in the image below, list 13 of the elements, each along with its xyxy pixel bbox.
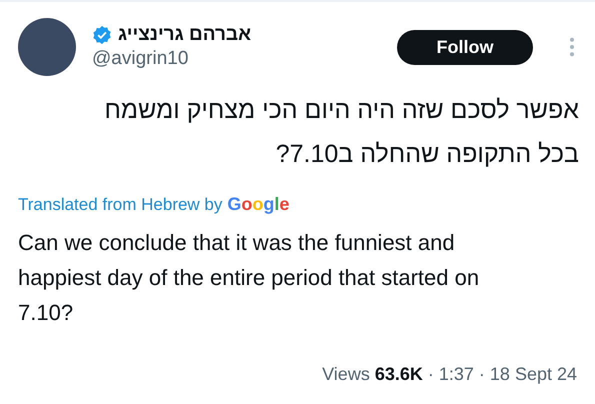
- separator-dot: ·: [428, 364, 434, 385]
- author-handle[interactable]: @avigrin10: [92, 48, 381, 70]
- separator-dot: ·: [478, 364, 485, 385]
- post-text: אפשר לסכם שזה היה היום הכי מצחיק ומשמח בכל התקופה שהחלה ב7.10?: [103, 95, 579, 170]
- author-name[interactable]: אברהם גרינצייג: [118, 24, 252, 46]
- post-time[interactable]: 1:37: [438, 364, 474, 385]
- views-label: Views: [322, 364, 370, 385]
- google-logo[interactable]: Google: [227, 194, 290, 215]
- translated-post-text: Can we conclude that it was the funniest and happiest day of the entire period that started on 7.10?: [18, 229, 480, 327]
- post-date[interactable]: 18 Sept 24: [490, 364, 577, 385]
- translation-note: Translated from Hebrew by: [18, 195, 222, 215]
- follow-button[interactable]: Follow: [397, 30, 533, 64]
- views-count: 63.6K: [374, 364, 423, 385]
